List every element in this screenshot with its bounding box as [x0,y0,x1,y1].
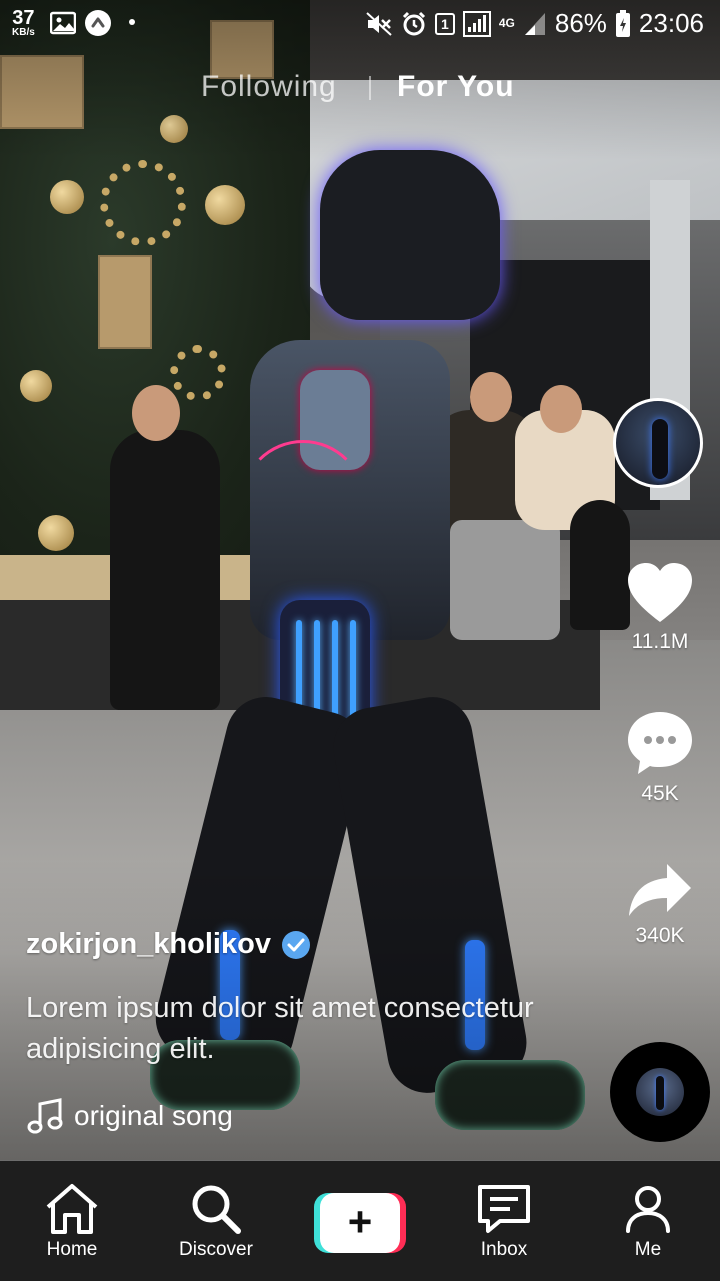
nav-home-label: Home [46,1239,98,1260]
alarm-icon [402,11,425,35]
ball-ornament [20,370,52,402]
network-speed-value: 37 [12,7,35,29]
nav-discover[interactable]: Discover [161,1183,271,1261]
share-arrow-icon [629,864,691,916]
plus-icon: + [320,1193,400,1253]
nav-home[interactable]: Home [17,1183,127,1261]
post-author[interactable]: zokirjon_kholikov [26,928,311,961]
music-disc-cover [636,1068,684,1116]
tab-for-you[interactable]: For You [397,70,515,104]
neon-wire [240,440,366,566]
heart-icon [628,563,692,622]
nav-me[interactable]: Me [593,1183,703,1261]
performer-helmet [320,150,500,320]
username[interactable]: zokirjon_kholikov [26,928,271,961]
comment-button[interactable]: 45K [620,710,700,806]
comment-count: 45K [641,782,679,805]
avatar-image [652,419,668,479]
home-icon [46,1184,98,1234]
sound-link[interactable]: original song [26,1096,233,1136]
sim-slot-badge: 1 [434,12,455,35]
network-type: 4G [498,16,515,30]
mute-icon [366,11,392,36]
battery-percent: 86% [554,8,607,38]
network-speed: 37 KB/s [12,8,35,38]
verified-badge-icon [281,930,310,959]
profile-icon [626,1186,670,1233]
network-speed-unit: KB/s [12,27,35,38]
clock: 23:06 [638,8,704,38]
app-notification-icon [85,10,111,36]
battery-icon [615,9,630,37]
music-disc[interactable] [610,1042,710,1142]
bottom-nav: Home Discover + Inbox Me [0,1160,720,1281]
signal-icon [462,10,491,37]
share-button[interactable]: 340K [620,862,700,948]
post-description: Lorem ipsum dolor sit amet consectetur a… [26,992,534,1065]
ball-ornament [38,515,74,551]
tab-divider [369,76,371,100]
search-icon [192,1185,241,1234]
nav-inbox[interactable]: Inbox [449,1183,559,1261]
nav-me-label: Me [634,1239,662,1260]
video-background[interactable] [0,0,720,1160]
signal-weak-icon [524,12,545,35]
status-right: 1 4G 86% 23:06 [365,8,704,39]
like-count: 11.1M [631,630,689,653]
nav-inbox-label: Inbox [480,1239,528,1260]
feed-tabs: Following For You [0,70,720,110]
tab-following[interactable]: Following [201,70,337,104]
nav-discover-label: Discover [179,1239,253,1260]
gift-box [98,255,152,349]
create-button[interactable]: + [314,1193,406,1253]
gallery-icon [50,11,76,35]
comment-bubble-icon [628,712,692,774]
inbox-message-icon [478,1185,530,1233]
sound-name: original song [74,1100,233,1131]
ball-ornament [50,180,84,214]
more-notifications-dot-icon [129,19,135,25]
music-note-icon [27,1098,63,1134]
status-bar: 37 KB/s 1 4G 86% 23:06 [0,0,720,48]
like-button[interactable]: 11.1M [620,562,700,654]
creator-avatar[interactable] [613,398,703,488]
share-count: 340K [635,924,685,947]
